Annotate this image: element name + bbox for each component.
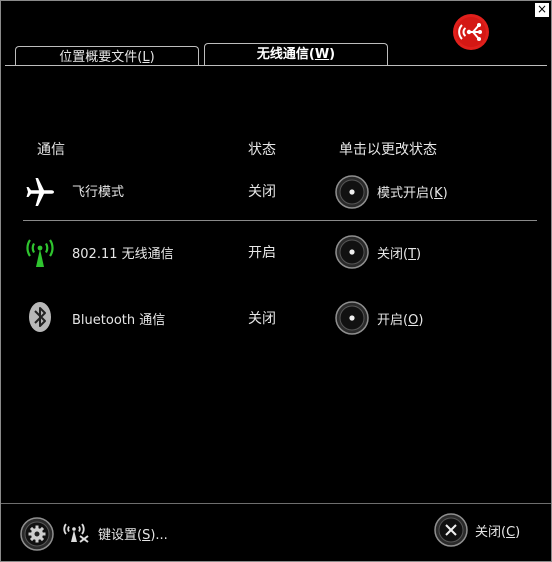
tab-location-profiles-mnemonic: L <box>142 50 150 65</box>
wifi-toggle-button[interactable] <box>335 235 369 269</box>
key-settings-link[interactable]: 键设置(S)... <box>98 524 168 543</box>
bluetooth-action-suffix: ) <box>418 313 424 328</box>
bluetooth-icon <box>29 302 51 332</box>
row-divider <box>23 220 537 221</box>
tab-wireless-suffix: ) <box>329 47 336 62</box>
airplane-action-suffix: ) <box>442 186 448 201</box>
tab-baseline <box>5 65 547 66</box>
close-link[interactable]: 关闭(C) <box>475 521 520 540</box>
bluetooth-action-label: 开启( <box>377 313 409 328</box>
airplane-action-label: 模式开启( <box>377 186 435 201</box>
wifi-action-link[interactable]: 关闭(T) <box>377 243 421 262</box>
close-icon[interactable] <box>434 513 468 547</box>
wifi-antenna-icon <box>26 239 54 267</box>
close-suffix: ) <box>515 525 521 540</box>
key-settings-label: 键设置( <box>98 528 143 543</box>
row-wifi-name: 802.11 无线通信 <box>72 247 174 262</box>
bluetooth-toggle-button[interactable] <box>335 301 369 335</box>
wifi-action-mnemonic: T <box>408 247 417 262</box>
wireless-window: × 位置概要文件(L) 无线通信(W) 通信 状态 单击以更改状态 飞行模式 关… <box>0 0 552 562</box>
tab-location-profiles[interactable]: 位置概要文件(L) <box>15 46 199 66</box>
header-action: 单击以更改状态 <box>339 142 437 158</box>
row-bluetooth-state: 关闭 <box>248 311 276 327</box>
window-close-button[interactable]: × <box>535 3 549 17</box>
row-bluetooth: Bluetooth 通信 关闭 开启(O) <box>1 299 552 339</box>
close-label: 关闭( <box>475 525 507 540</box>
footer-divider <box>1 503 551 504</box>
bluetooth-action-link[interactable]: 开启(O) <box>377 309 423 328</box>
header-comm: 通信 <box>37 142 65 158</box>
bluetooth-action-mnemonic: O <box>408 313 419 328</box>
key-settings-suffix: )... <box>150 528 168 543</box>
tab-bar: 位置概要文件(L) 无线通信(W) <box>5 43 547 67</box>
header-state: 状态 <box>248 142 276 158</box>
airplane-toggle-button[interactable] <box>335 175 369 209</box>
tab-wireless-mnemonic: W <box>314 47 330 62</box>
wifi-action-label: 关闭( <box>377 247 409 262</box>
row-airplane-mode: 飞行模式 关闭 模式开启(K) <box>1 173 552 213</box>
tab-location-profiles-label: 位置概要文件( <box>59 50 143 65</box>
tab-location-profiles-suffix: ) <box>149 50 155 65</box>
close-mnemonic: C <box>506 525 516 540</box>
wireless-key-icon <box>63 523 89 543</box>
airplane-action-mnemonic: K <box>434 186 443 201</box>
airplane-action-link[interactable]: 模式开启(K) <box>377 182 448 201</box>
row-wifi: 802.11 无线通信 开启 关闭(T) <box>1 233 552 273</box>
row-airplane-state: 关闭 <box>248 184 276 200</box>
tab-wireless-label: 无线通信( <box>256 47 315 62</box>
airplane-icon <box>26 178 54 206</box>
gear-icon[interactable] <box>20 517 54 551</box>
row-airplane-name: 飞行模式 <box>72 185 125 200</box>
tab-wireless[interactable]: 无线通信(W) <box>204 43 388 67</box>
row-wifi-state: 开启 <box>248 245 276 261</box>
wifi-action-suffix: ) <box>416 247 422 262</box>
row-bluetooth-name: Bluetooth 通信 <box>72 313 166 328</box>
